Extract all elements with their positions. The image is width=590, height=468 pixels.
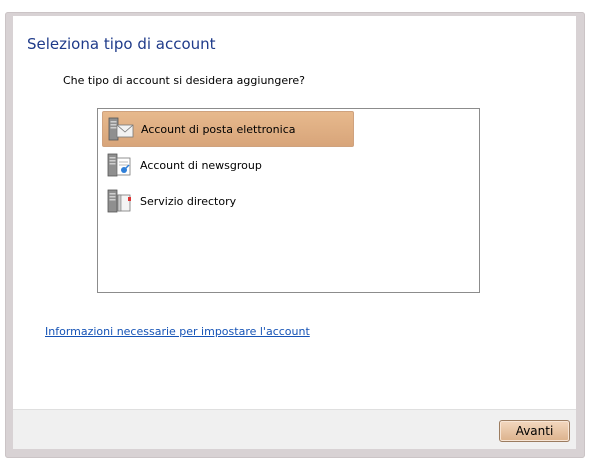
account-info-link[interactable]: Informazioni necessarie per impostare l'…: [45, 325, 310, 338]
account-type-question: Che tipo di account si desidera aggiunge…: [63, 74, 306, 87]
account-type-list[interactable]: Account di posta elettronica Account di …: [97, 108, 480, 293]
next-button[interactable]: Avanti: [499, 420, 570, 442]
list-item-label: Servizio directory: [140, 194, 237, 208]
newsgroup-account-icon: [104, 149, 136, 181]
directory-service-icon: [104, 185, 136, 217]
list-item-email-account[interactable]: Account di posta elettronica: [102, 111, 354, 147]
account-type-dialog: Seleziona tipo di account Che tipo di ac…: [13, 16, 576, 449]
list-item-newsgroup-account[interactable]: Account di newsgroup: [102, 147, 354, 183]
list-item-label: Account di newsgroup: [140, 158, 262, 172]
dialog-footer: Avanti: [13, 409, 576, 449]
list-item-directory-service[interactable]: Servizio directory: [102, 183, 354, 219]
dialog-title: Seleziona tipo di account: [27, 35, 216, 53]
email-account-icon: [105, 113, 137, 145]
list-item-label: Account di posta elettronica: [141, 122, 296, 136]
